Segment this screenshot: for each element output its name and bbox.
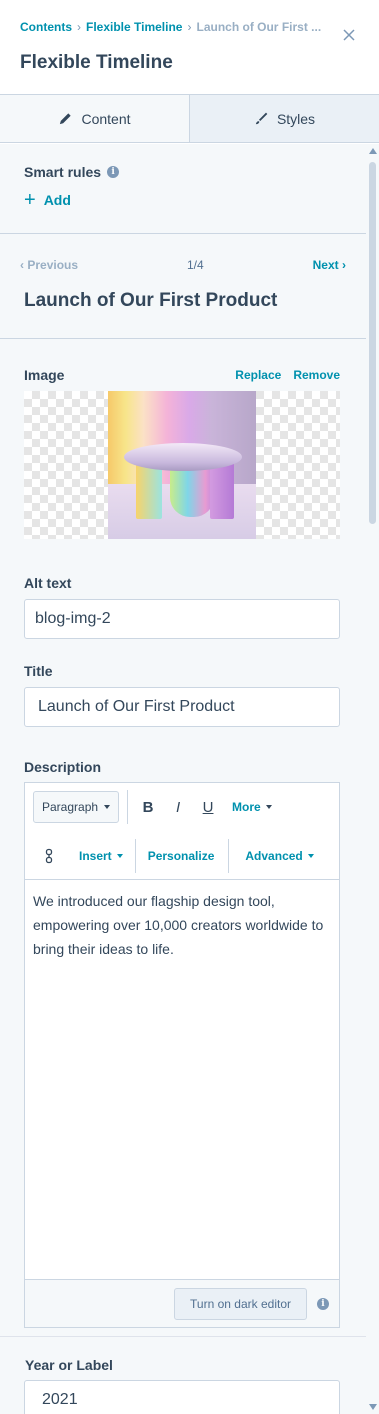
image-field: Image Replace Remove Alt text blog-img-2…	[0, 367, 366, 1328]
advanced-menu-button[interactable]: Advanced	[245, 848, 314, 863]
breadcrumb-current: Launch of Our First ...	[196, 20, 322, 34]
editor-content[interactable]: We introduced our flagship design tool, …	[25, 879, 339, 1279]
photo-table-leg	[136, 463, 162, 519]
caret-down-icon	[265, 805, 272, 809]
plus-icon: +	[24, 189, 36, 211]
insert-label: Insert	[79, 848, 112, 863]
paragraph-select[interactable]: Paragraph	[33, 791, 120, 823]
smart-rules-section: Smart rules i + Add	[0, 144, 366, 234]
image-header: Image Replace Remove	[24, 367, 340, 383]
more-label: More	[232, 800, 261, 814]
image-actions: Replace Remove	[235, 368, 340, 382]
editor-toolbar-row-2: Insert Personalize Advanced	[25, 831, 339, 879]
photo-table-leg	[210, 463, 234, 519]
underline-button[interactable]: U	[196, 799, 220, 816]
year-input[interactable]: 2021	[24, 1380, 340, 1414]
remove-image-button[interactable]: Remove	[293, 368, 340, 382]
scrollbar-thumb[interactable]	[369, 162, 376, 524]
previous-label: Previous	[27, 258, 79, 272]
paragraph-select-label: Paragraph	[42, 800, 99, 814]
page-counter: 1/4	[187, 258, 204, 272]
info-icon[interactable]: i	[107, 166, 120, 178]
title-label: Title	[24, 663, 53, 679]
caret-down-icon	[116, 853, 123, 858]
breadcrumb-contents[interactable]: Contents	[20, 20, 72, 34]
alt-text-label: Alt text	[24, 575, 72, 591]
breadcrumb: Contents › Flexible Timeline › Launch of…	[20, 20, 338, 34]
insert-menu-button[interactable]: Insert	[79, 849, 123, 863]
alt-text-input[interactable]: blog-img-2	[24, 599, 340, 639]
photo-tabletop	[124, 443, 242, 471]
editor-footer: Turn on dark editor i	[25, 1279, 339, 1327]
year-field: Year or Label 2021	[0, 1336, 366, 1414]
pencil-icon	[60, 113, 72, 125]
more-menu-button[interactable]: More	[232, 800, 272, 814]
editor-toolbar-row-1: Paragraph B I U More	[25, 783, 339, 831]
chevron-right-icon: ›	[77, 20, 81, 34]
brush-icon	[255, 112, 268, 125]
italic-button[interactable]: I	[166, 799, 190, 816]
chevron-right-icon: ›	[187, 20, 192, 34]
toolbar-divider	[127, 790, 129, 824]
previous-button[interactable]: ‹ Previous	[20, 258, 78, 272]
add-smart-rule-button[interactable]: + Add	[24, 189, 342, 211]
year-label: Year or Label	[25, 1357, 113, 1373]
caret-down-icon	[307, 853, 314, 858]
scroll-down-arrow[interactable]	[369, 1404, 377, 1410]
tab-content[interactable]: Content	[0, 95, 190, 142]
toolbar-divider	[134, 838, 136, 873]
replace-image-button[interactable]: Replace	[235, 368, 281, 382]
image-preview[interactable]	[24, 391, 340, 539]
info-icon[interactable]: i	[317, 1297, 329, 1310]
smart-rules-label: Smart rules	[24, 164, 102, 180]
smart-rules-label-row: Smart rules i	[24, 164, 342, 180]
personalize-button[interactable]: Personalize	[148, 849, 215, 863]
tab-content-label: Content	[81, 110, 131, 127]
caret-down-icon	[104, 805, 111, 809]
rich-text-editor: Paragraph B I U More Insert Personalize …	[24, 782, 340, 1328]
advanced-label: Advanced	[245, 848, 303, 863]
tab-styles[interactable]: Styles	[190, 95, 379, 142]
toolbar-divider	[228, 838, 230, 873]
item-pager: ‹ Previous 1/4 Next ›	[0, 234, 366, 272]
close-icon[interactable]	[341, 27, 357, 43]
tab-bar: Content Styles	[0, 95, 379, 143]
page-title: Flexible Timeline	[20, 52, 173, 73]
image-label: Image	[24, 367, 65, 383]
add-label: Add	[43, 192, 71, 208]
product-photo	[108, 391, 256, 539]
content-scroll-area[interactable]: Smart rules i + Add ‹ Previous 1/4 Next …	[0, 144, 366, 1414]
panel-header: Contents › Flexible Timeline › Launch of…	[0, 0, 379, 95]
next-label: Next	[312, 258, 339, 272]
bold-button[interactable]: B	[136, 799, 160, 816]
dark-editor-button[interactable]: Turn on dark editor	[174, 1287, 307, 1320]
tab-styles-label: Styles	[276, 110, 316, 127]
description-label: Description	[24, 759, 102, 775]
scroll-up-arrow[interactable]	[369, 148, 377, 154]
photo-table-leg	[170, 463, 214, 517]
link-icon[interactable]	[41, 848, 57, 864]
next-button[interactable]: Next ›	[313, 258, 346, 272]
title-input[interactable]: Launch of Our First Product	[24, 687, 340, 727]
item-title: Launch of Our First Product	[0, 272, 366, 339]
breadcrumb-flexible-timeline[interactable]: Flexible Timeline	[86, 20, 182, 34]
scrollbar[interactable]	[366, 144, 379, 1414]
